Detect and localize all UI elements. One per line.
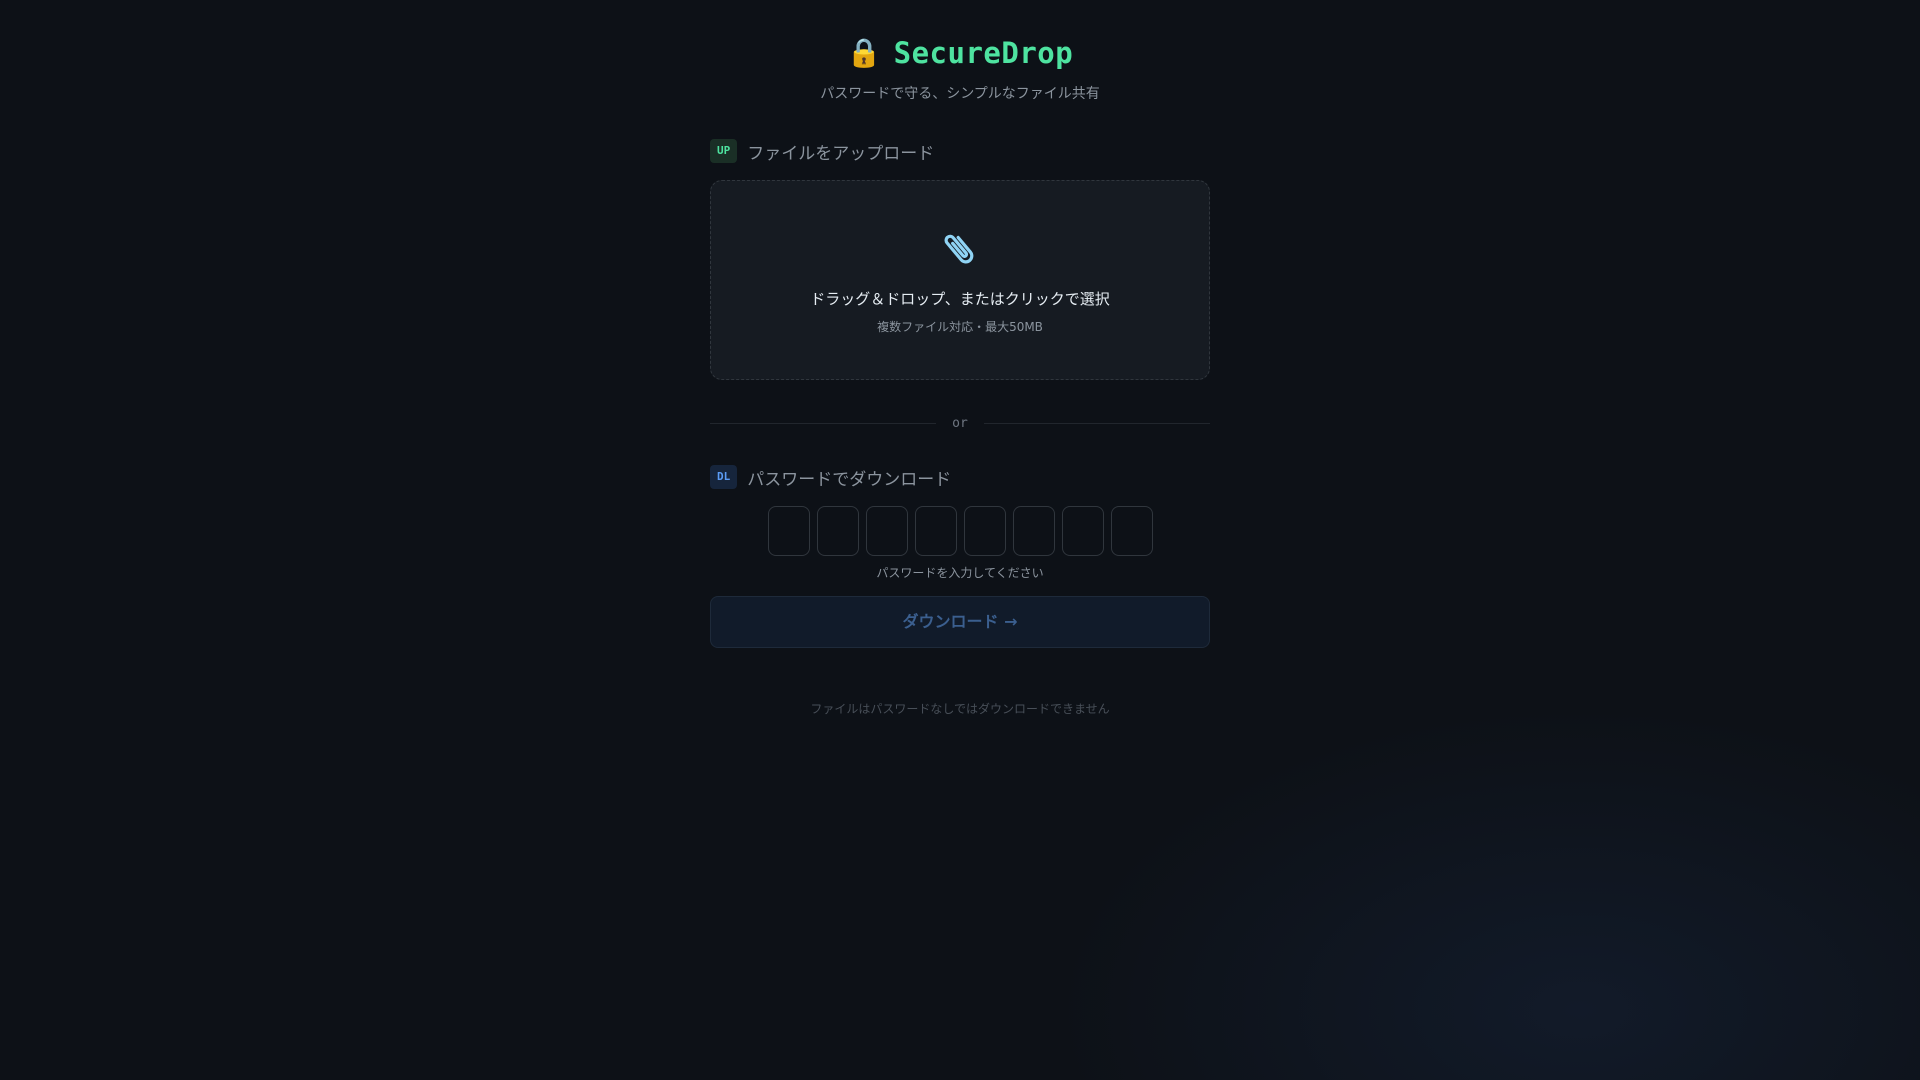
- page-container: 🔒 SecureDrop パスワードで守る、シンプルなファイル共有 UP ファイ…: [710, 0, 1210, 716]
- upload-section-title: ファイルをアップロード: [747, 143, 935, 164]
- password-char-input[interactable]: [1110, 506, 1153, 556]
- password-char-input[interactable]: [914, 506, 957, 556]
- password-char-input[interactable]: [767, 506, 810, 556]
- divider-line-left: [710, 422, 937, 424]
- or-divider: or: [710, 412, 1210, 434]
- dropzone-label: ドラッグ＆ドロップ、またはクリックで選択: [810, 290, 1110, 308]
- download-button[interactable]: ダウンロード →: [710, 596, 1210, 648]
- password-char-input[interactable]: [865, 506, 908, 556]
- password-char-input[interactable]: [1012, 506, 1055, 556]
- password-hint: パスワードを入力してください: [876, 566, 1044, 580]
- paperclip-icon: [711, 181, 1209, 273]
- app-title: SecureDrop: [893, 36, 1074, 70]
- divider-line-right: [983, 422, 1210, 424]
- upload-badge: UP: [710, 139, 738, 163]
- app-header: 🔒 SecureDrop パスワードで守る、シンプルなファイル共有: [710, 0, 1210, 103]
- download-section-header: DL パスワードでダウンロード: [710, 465, 1210, 490]
- file-dropzone[interactable]: ドラッグ＆ドロップ、またはクリックで選択 複数ファイル対応・最大50MB: [710, 180, 1210, 380]
- dropzone-hint: 複数ファイル対応・最大50MB: [877, 320, 1043, 334]
- download-section-title: パスワードでダウンロード: [747, 469, 952, 490]
- lock-icon: 🔒: [846, 36, 882, 69]
- upload-section: UP ファイルをアップロード ドラッグ＆ドロップ、またはクリックで選択 複数ファ…: [710, 139, 1210, 380]
- upload-section-header: UP ファイルをアップロード: [710, 139, 1210, 164]
- footer-note: ファイルはパスワードなしではダウンロードできません: [810, 702, 1110, 716]
- password-char-input[interactable]: [816, 506, 859, 556]
- download-section: DL パスワードでダウンロード パスワードを入力してください ダウンロード →: [710, 465, 1210, 648]
- password-input-group: [710, 506, 1210, 556]
- password-char-input[interactable]: [963, 506, 1006, 556]
- app-subtitle: パスワードで守る、シンプルなファイル共有: [820, 86, 1100, 102]
- download-badge: DL: [710, 465, 738, 489]
- brand: 🔒 SecureDrop: [710, 33, 1210, 73]
- password-char-input[interactable]: [1061, 506, 1104, 556]
- divider-text: or: [952, 415, 968, 431]
